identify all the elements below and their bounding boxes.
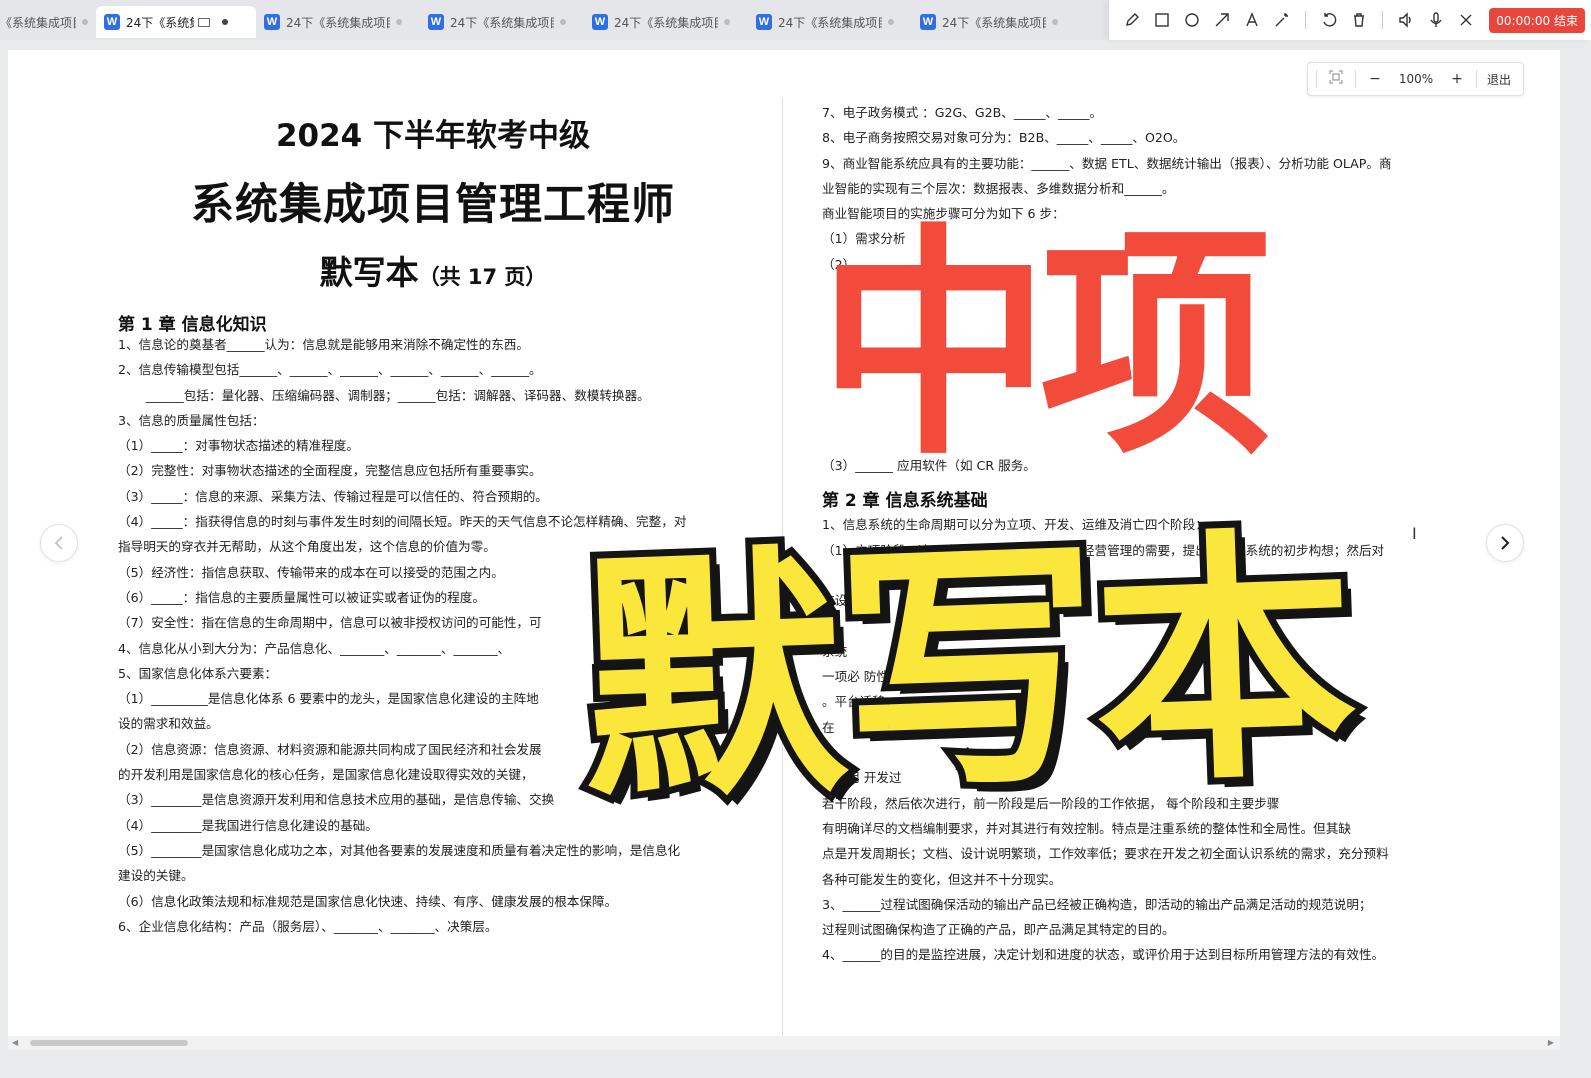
fit-screen-icon[interactable]: [1323, 70, 1349, 88]
text-line: 8、电子商务按照交易对象可分为：B2B、_____、_____、O2O。: [822, 130, 1186, 146]
text-line: 4、______的目的是监控进展，决定计划和进度的状态，或评价用于达到目标所用管…: [822, 947, 1385, 963]
text-line: 建设的关键。: [118, 868, 194, 884]
close-icon[interactable]: [1453, 7, 1479, 33]
tab-label: 24下《系统集成项目: [286, 15, 390, 30]
text-line: （6）信息化政策法规和标准规范是国家信息化快速、持续、有序、健康发展的根本保障。: [118, 893, 618, 909]
next-page-button[interactable]: [1486, 524, 1524, 562]
zoom-separator: [1475, 70, 1477, 88]
trash-icon[interactable]: [1346, 7, 1372, 33]
scroll-right-icon[interactable]: ▶: [1548, 1036, 1554, 1050]
tab-5[interactable]: W 24下《系统集成项目: [748, 6, 912, 38]
tab-dot-icon: [724, 19, 730, 25]
undo-icon[interactable]: [1316, 7, 1342, 33]
text-line: 2、信息传输模型包括______、______、______、______、__…: [118, 362, 542, 378]
zoom-bar: − 100% + 退出: [1306, 62, 1524, 96]
toolbar-separator: [1305, 11, 1307, 29]
word-doc-icon: W: [104, 14, 120, 30]
pencil-icon[interactable]: [1119, 7, 1145, 33]
scrollbar-thumb[interactable]: [30, 1040, 188, 1046]
tab-dot-icon: [82, 19, 88, 25]
tab-label: 《系统集成项目: [0, 15, 76, 30]
horizontal-scrollbar[interactable]: ◀ ▶: [8, 1036, 1560, 1050]
text-line: 9、商业智能系统应具有的主要功能：______、数据 ETL、数据统计输出（报表…: [822, 155, 1392, 171]
text-line: 过程则试图确保构造了正确的产品，即产品满足其特定的目的。: [822, 922, 1175, 938]
toolbar-separator: [1382, 11, 1384, 29]
text-line: 业智能的实现有三个层次：数据报表、多维数据分析和______。: [822, 180, 1175, 196]
word-doc-icon: W: [920, 14, 936, 30]
prev-page-button[interactable]: [40, 524, 78, 562]
scroll-left-icon[interactable]: ◀: [12, 1036, 18, 1050]
tab-4[interactable]: W 24下《系统集成项目: [584, 6, 748, 38]
doc-title-year: 2024 下半年软考中级: [275, 118, 591, 154]
recording-timer-button[interactable]: 00:00:00 结束: [1489, 7, 1585, 33]
tab-dot-icon: [1052, 19, 1058, 25]
doc-title-sub-text: 默写本: [319, 253, 419, 292]
word-doc-icon: W: [264, 14, 280, 30]
tab-dot-icon: [560, 19, 566, 25]
word-doc-icon: W: [428, 14, 444, 30]
text-line: （2）完整性：对事物状态描述的全面程度，完整信息应包括所有重要事实。: [118, 463, 542, 479]
doc-title-sub: 默写本（共 17 页）: [118, 238, 748, 296]
text-line: ______包括：量化器、压缩编码器、调制器；______包括：调解器、译码器、…: [146, 387, 650, 403]
annotation-toolbar: 00:00:00 结束: [1109, 0, 1591, 40]
speaker-icon[interactable]: [1393, 7, 1419, 33]
text-line: 3、信息的质量属性包括：: [118, 412, 265, 428]
zoom-in-button[interactable]: +: [1444, 71, 1470, 87]
tab-label: 24下《系统集成项目: [778, 15, 882, 30]
word-doc-icon: W: [756, 14, 772, 30]
tab-label: 24下《系统集成项目: [126, 15, 194, 30]
tab-dot-icon: [888, 19, 894, 25]
monitor-icon: [198, 17, 210, 27]
tab-dot-icon: [396, 19, 402, 25]
tab-1[interactable]: W 24下《系统集成项目: [96, 6, 256, 38]
overlay-title-red: 中项: [818, 204, 1272, 488]
rectangle-icon[interactable]: [1149, 7, 1175, 33]
text-icon[interactable]: [1239, 7, 1265, 33]
doc-title-main: 系统集成项目管理工程师: [191, 180, 675, 230]
text-line: 6、企业信息化结构：产品（服务层）、_______、_______、决策层。: [118, 918, 498, 934]
text-line: （3）_____：信息的来源、采集方法、传输过程是可以信任的、符合预期的。: [118, 488, 548, 504]
text-line: （1）_____：对事物状态描述的精准程度。: [118, 438, 359, 454]
text-line: （5）________是国家信息化成功之本，对其他各要素的发展速度和质量有着决定…: [118, 842, 681, 858]
tab-3[interactable]: W 24下《系统集成项目: [420, 6, 584, 38]
text-line: 1、信息论的奠基者______认为：信息就是能够用来消除不确定性的东西。: [118, 337, 530, 352]
arrow-icon[interactable]: [1209, 7, 1235, 33]
text-line: 7、电子政务模式 ：G2G、G2B、_____、_____。: [822, 105, 1103, 120]
tab-label: 24下《系统集成项目: [942, 15, 1046, 30]
exit-button[interactable]: 退出: [1483, 71, 1515, 88]
doc-page-count: （共 17 页）: [418, 265, 547, 289]
zoom-separator: [1315, 70, 1317, 88]
tab-label: 24下《系统集成项目: [450, 15, 554, 30]
chapter-heading: 第 1 章 信息化知识: [118, 315, 267, 335]
magic-wand-icon[interactable]: [1269, 7, 1295, 33]
tab-6[interactable]: W 24下《系统集成项目: [912, 6, 1076, 38]
text-line: 3、______过程试图确保活动的输出产品已经被正确构造，即活动的输出产品满足活…: [822, 896, 1372, 912]
tab-2[interactable]: W 24下《系统集成项目: [256, 6, 420, 38]
tab-dot-icon: [222, 19, 228, 25]
microphone-icon[interactable]: [1423, 7, 1449, 33]
text-line: 各种可能发生的变化，但这并不十分现实。: [822, 871, 1062, 887]
word-doc-icon: W: [592, 14, 608, 30]
zoom-level: 100%: [1398, 72, 1434, 86]
tab-label: 24下《系统集成项目: [614, 15, 718, 30]
circle-icon[interactable]: [1179, 7, 1205, 33]
zoom-out-button[interactable]: −: [1362, 71, 1388, 87]
text-cursor-icon: I: [1412, 524, 1417, 543]
tab-0[interactable]: 《系统集成项目: [0, 6, 96, 38]
zoom-separator: [1354, 70, 1356, 88]
text-line: 点是开发周期长；文档、设计说明繁琐，工作效率低；要求在开发之初全面认识系统的需求…: [822, 846, 1389, 862]
overlay-title-yellow: 默写本: [570, 498, 1362, 844]
